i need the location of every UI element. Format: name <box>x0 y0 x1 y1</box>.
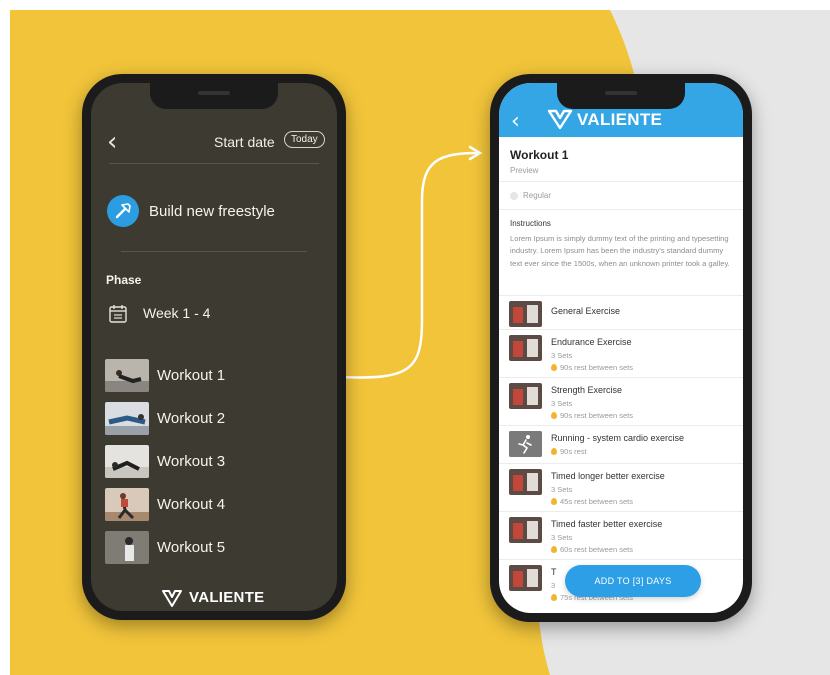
exercise-name: General Exercise <box>551 306 621 316</box>
running-icon <box>509 431 542 457</box>
right-phone-screen: ‹ VALIENTE Workout 1 Preview Regular Ins… <box>499 83 743 613</box>
start-date-label: Start date <box>214 134 275 150</box>
exercise-rest: 60s rest between sets <box>551 545 633 554</box>
rest-drop-icon <box>551 498 557 505</box>
workout-item[interactable]: Workout 2 <box>105 402 325 445</box>
workout-list: Workout 1 Workout 2 Workout 3 Workout 4 … <box>105 359 325 574</box>
workout-thumbnail <box>105 359 149 392</box>
exercise-thumbnail <box>509 469 542 495</box>
workout-title: Workout 1 <box>510 148 569 162</box>
exercise-sets: 3 Sets <box>551 533 573 542</box>
exercise-rest: 45s rest between sets <box>551 497 633 506</box>
workout-label: Workout 3 <box>157 453 226 470</box>
exercise-name: Strength Exercise <box>551 385 623 395</box>
divider <box>499 209 743 210</box>
exercise-sets: 3 Sets <box>551 351 573 360</box>
left-phone: ‹ Start date Today Build new freestyle P… <box>82 74 346 620</box>
left-header: ‹ Start date Today <box>91 121 337 161</box>
workout-item[interactable]: Workout 1 <box>105 359 325 402</box>
workout-thumbnail <box>105 531 149 564</box>
workout-item[interactable]: Workout 4 <box>105 488 325 531</box>
exercise-rest: 90s rest between sets <box>551 411 633 420</box>
rest-drop-icon <box>551 412 557 419</box>
notch <box>557 83 685 109</box>
rest-drop-icon <box>551 448 557 455</box>
exercise-name: T <box>551 567 557 577</box>
exercise-rest: 90s rest between sets <box>551 363 633 372</box>
instructions-heading: Instructions <box>510 219 551 228</box>
divider <box>121 251 307 252</box>
exercise-item[interactable]: Strength Exercise 3 Sets 90s rest betwee… <box>499 378 743 426</box>
today-pill[interactable]: Today <box>284 131 325 148</box>
workout-label: Workout 5 <box>157 539 226 556</box>
exercise-rest-text: 90s rest <box>560 447 587 456</box>
workout-thumbnail <box>105 402 149 435</box>
build-new-freestyle-label: Build new freestyle <box>149 203 275 220</box>
promo-canvas: ‹ Start date Today Build new freestyle P… <box>10 10 830 675</box>
chevron-left-icon[interactable]: ‹ <box>511 111 520 133</box>
exercise-thumbnail <box>509 565 542 591</box>
workout-thumbnail <box>105 488 149 521</box>
exercise-sets: 3 Sets <box>551 485 573 494</box>
exercise-sets: 3 <box>551 581 556 590</box>
exercise-rest-text: 90s rest between sets <box>560 411 633 420</box>
exercise-item[interactable]: Timed faster better exercise 3 Sets 60s … <box>499 512 743 560</box>
rest-drop-icon <box>551 364 557 371</box>
exercise-item[interactable]: General Exercise <box>499 296 743 330</box>
exercise-name: Endurance Exercise <box>551 337 632 347</box>
exercise-sets: 3 Sets <box>551 399 573 408</box>
right-phone: ‹ VALIENTE Workout 1 Preview Regular Ins… <box>490 74 752 622</box>
exercise-rest-text: 45s rest between sets <box>560 497 633 506</box>
exercise-thumbnail <box>509 335 542 361</box>
level-label: Regular <box>523 191 552 200</box>
workout-item[interactable]: Workout 5 <box>105 531 325 574</box>
workout-label: Workout 1 <box>157 367 226 384</box>
workout-thumbnail <box>105 445 149 478</box>
week-label: Week 1 - 4 <box>143 305 211 321</box>
workout-item[interactable]: Workout 3 <box>105 445 325 488</box>
level-badge: Regular <box>510 191 551 200</box>
rest-drop-icon <box>551 546 557 553</box>
exercise-list: General Exercise Endurance Exercise 3 Se… <box>499 296 743 608</box>
add-to-days-button[interactable]: ADD TO [3] DAYS <box>565 565 701 597</box>
phase-heading: Phase <box>106 273 142 287</box>
workout-label: Workout 2 <box>157 410 226 427</box>
exercise-item[interactable]: Endurance Exercise 3 Sets 90s rest betwe… <box>499 330 743 378</box>
brand-name: VALIENTE <box>577 110 663 129</box>
left-phone-screen: ‹ Start date Today Build new freestyle P… <box>91 83 337 611</box>
exercise-thumbnail <box>509 301 542 327</box>
exercise-name: Timed faster better exercise <box>551 519 663 529</box>
exercise-rest-text: 60s rest between sets <box>560 545 633 554</box>
exercise-thumbnail <box>509 517 542 543</box>
exercise-name: Running - system cardio exercise <box>551 433 685 443</box>
divider <box>499 181 743 182</box>
chevron-left-icon[interactable]: ‹ <box>107 129 117 155</box>
workout-subtitle: Preview <box>510 166 539 175</box>
brand-mark-icon <box>162 590 182 607</box>
workout-label: Workout 4 <box>157 496 226 513</box>
hammer-icon <box>107 195 139 227</box>
exercise-rest: 90s rest <box>551 447 587 456</box>
exercise-name: Timed longer better exercise <box>551 471 665 481</box>
rest-drop-icon <box>551 594 557 601</box>
calendar-icon <box>109 305 127 323</box>
brand-name: VALIENTE <box>189 589 265 606</box>
exercise-rest-text: 90s rest between sets <box>560 363 633 372</box>
notch <box>150 83 278 109</box>
exercise-thumbnail <box>509 383 542 409</box>
divider <box>109 163 319 164</box>
exercise-item[interactable]: Running - system cardio exercise 90s res… <box>499 426 743 464</box>
instructions-text: Lorem Ipsum is simply dummy text of the … <box>510 234 730 268</box>
brand-mark-icon <box>547 109 573 130</box>
exercise-item[interactable]: Timed longer better exercise 3 Sets 45s … <box>499 464 743 512</box>
level-icon <box>510 191 518 200</box>
